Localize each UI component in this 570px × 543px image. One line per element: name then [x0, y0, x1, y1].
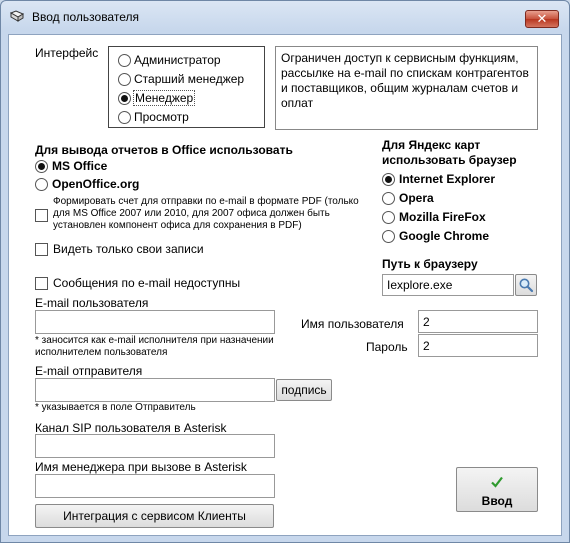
- browser-path-label: Путь к браузеру: [382, 257, 478, 271]
- radio-button[interactable]: [118, 111, 131, 124]
- username-label: Имя пользователя: [301, 317, 404, 331]
- radio-button[interactable]: [382, 211, 395, 224]
- signature-button[interactable]: подпись: [276, 379, 332, 401]
- radio-label: Google Chrome: [399, 229, 490, 243]
- manager-name-label: Имя менеджера при вызове в Asterisk: [35, 460, 247, 474]
- submit-label: Ввод: [481, 494, 513, 508]
- own-records-label: Видеть только свои записи: [53, 242, 204, 256]
- app-icon: [10, 10, 24, 22]
- own-records-checkbox[interactable]: [35, 243, 48, 256]
- radio-label: OpenOffice.org: [52, 177, 140, 191]
- radio-button[interactable]: [118, 54, 131, 67]
- radio-label: MS Office: [52, 159, 108, 173]
- pdf-note: Формировать счет для отправки по e-mail …: [53, 196, 359, 231]
- radio-label: Internet Explorer: [399, 172, 496, 186]
- title-bar[interactable]: Ввод пользователя ✕: [1, 1, 569, 31]
- radio-button[interactable]: [35, 178, 48, 191]
- sip-channel-label: Канал SIP пользователя в Asterisk: [35, 421, 227, 435]
- manager-name-input[interactable]: [35, 474, 275, 498]
- email-unavailable-checkbox[interactable]: [35, 277, 48, 290]
- form-area: Интерфейс Администратор Старший менеджер…: [8, 34, 562, 536]
- radio-button-selected[interactable]: [382, 173, 395, 186]
- checkmark-icon: [491, 476, 503, 488]
- browser-path-input[interactable]: Iexplore.exe: [382, 274, 514, 296]
- radio-button-selected[interactable]: [35, 160, 48, 173]
- integration-button[interactable]: Интеграция с сервисом Клиенты: [35, 504, 274, 528]
- search-icon: [519, 278, 534, 293]
- radio-button-selected[interactable]: [118, 92, 131, 105]
- radio-label: Менеджер: [133, 90, 196, 106]
- close-button[interactable]: ✕: [525, 10, 559, 28]
- password-input[interactable]: 2: [418, 334, 538, 357]
- interface-radio-group: Администратор Старший менеджер Менеджер …: [108, 46, 265, 128]
- email-unavailable-label: Сообщения по e-mail недоступны: [53, 276, 241, 290]
- user-input-window: Ввод пользователя ✕ Интерфейс Администра…: [0, 0, 570, 543]
- user-email-input[interactable]: [35, 310, 275, 334]
- office-heading: Для вывода отчетов в Office использовать: [35, 143, 293, 157]
- window-title: Ввод пользователя: [32, 10, 139, 24]
- user-email-note: * заносится как e-mail исполнителя при н…: [35, 335, 274, 358]
- sender-email-label: E-mail отправителя: [35, 364, 143, 378]
- radio-button[interactable]: [382, 230, 395, 243]
- radio-button[interactable]: [382, 192, 395, 205]
- yandex-heading: Для Яндекс карт использовать браузер: [382, 138, 517, 167]
- password-label: Пароль: [366, 340, 408, 354]
- pdf-checkbox[interactable]: [35, 209, 48, 222]
- sender-email-input[interactable]: [35, 378, 275, 402]
- radio-label: Просмотр: [134, 110, 189, 124]
- sip-channel-input[interactable]: [35, 434, 275, 458]
- browse-button[interactable]: [515, 274, 537, 296]
- close-icon: ✕: [536, 11, 548, 26]
- radio-label: Администратор: [134, 53, 221, 67]
- radio-label: Opera: [399, 191, 434, 205]
- radio-label: Mozilla FireFox: [399, 210, 486, 224]
- role-description: Ограничен доступ к сервисным функциям, р…: [275, 46, 538, 130]
- radio-label: Старший менеджер: [134, 72, 245, 86]
- username-input[interactable]: 2: [418, 310, 538, 333]
- interface-label: Интерфейс: [35, 46, 99, 60]
- user-email-label: E-mail пользователя: [35, 296, 149, 310]
- sender-email-note: * указывается в поле Отправитель: [35, 402, 196, 413]
- radio-button[interactable]: [118, 73, 131, 86]
- submit-button[interactable]: Ввод: [456, 467, 538, 512]
